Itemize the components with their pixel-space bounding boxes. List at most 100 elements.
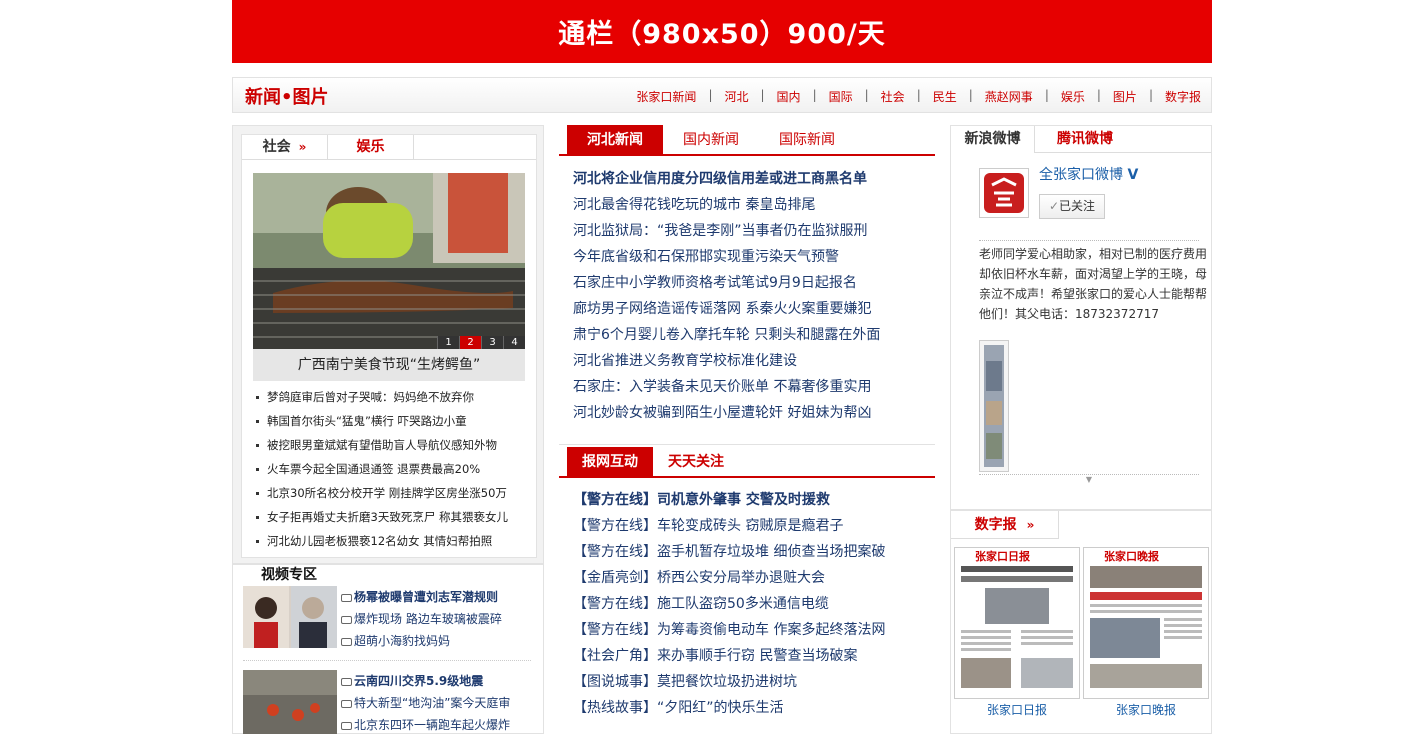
list-item[interactable]: 河北监狱局：“我爸是李刚”当事者仍在监狱服刑: [573, 218, 935, 244]
tab-domestic-news[interactable]: 国内新闻: [663, 125, 759, 154]
list-item[interactable]: 杨幂被曝曾遭刘志军潜规则: [341, 586, 541, 608]
double-chevron-right-icon: »: [1026, 518, 1035, 532]
paper-label-zjk-daily[interactable]: 张家口日报: [954, 701, 1080, 718]
newspaper-page-image: [961, 566, 1073, 688]
video-icon: [341, 677, 352, 686]
paper-thumbnail-zjk-evening[interactable]: 张家口晚报: [1083, 547, 1209, 699]
list-item[interactable]: 女子拒再婚丈夫折磨3天致死烹尸 称其猥亵女儿: [256, 505, 532, 529]
interaction-tabs: 报网互动 天天关注: [559, 447, 935, 478]
video-thumbnail[interactable]: [243, 670, 337, 734]
list-item[interactable]: 河北最舍得花钱吃玩的城市 秦皇岛排尾: [573, 192, 935, 218]
check-icon: ✓: [1048, 199, 1060, 213]
top-banner-ad[interactable]: 通栏（980x50）900/天: [232, 0, 1212, 63]
left-photo-panel: 社会 » 娱乐 1 2 3 4 广西南宁美食节现“生烤鳄鱼” 梦鸽庭审后曾对子哭喊…: [232, 125, 544, 565]
newspaper-page-image: [1090, 566, 1202, 688]
nav-link-entertainment[interactable]: 娱乐: [1061, 88, 1085, 105]
nav-link-livelihood[interactable]: 民生: [933, 88, 957, 105]
list-item[interactable]: 北京30所名校分校开学 刚挂牌学区房坐涨50万: [256, 481, 532, 505]
list-item[interactable]: 【警方在线】施工队盗窃50多米通信电缆: [573, 591, 935, 617]
video-icon: [341, 699, 352, 708]
tab-digital-paper[interactable]: 数字报»: [951, 511, 1059, 539]
list-item[interactable]: 河北幼儿园老板猥亵12名幼女 其情妇帮拍照: [256, 529, 532, 553]
pager-dot-4[interactable]: 4: [503, 336, 525, 349]
nav-link-digital-paper[interactable]: 数字报: [1165, 88, 1201, 105]
nav-link-international[interactable]: 国际: [829, 88, 853, 105]
list-item[interactable]: 超萌小海豹找妈妈: [341, 630, 541, 652]
digital-paper-panel: 数字报» 张家口日报 张家口日报 张家口晚报 张家口晚报: [950, 510, 1212, 734]
pager-dot-2[interactable]: 2: [459, 336, 481, 349]
pager-dot-3[interactable]: 3: [481, 336, 503, 349]
nav-separator: |: [812, 88, 817, 102]
weibo-post-image[interactable]: [979, 340, 1009, 472]
nav-link-zjk-news[interactable]: 张家口新闻: [636, 88, 696, 105]
list-item[interactable]: 【热线故事】“夕阳红”的快乐生活: [573, 695, 935, 721]
weibo-post-text: 老师同学爱心相助家，相对已制的医疗费用却依旧杯水车薪，面对渴望上学的王晓，母亲泣…: [979, 247, 1208, 321]
photo-pager: 1 2 3 4: [437, 336, 525, 349]
tab-interaction[interactable]: 报网互动: [567, 447, 653, 476]
nav-separator: |: [1044, 88, 1049, 102]
paper-masthead: 张家口晚报: [1104, 550, 1159, 563]
hebei-news-list: 河北将企业信用度分四级信用差或进工商黑名单 河北最舍得花钱吃玩的城市 秦皇岛排尾…: [573, 166, 935, 426]
video-thumbnail[interactable]: [243, 586, 337, 648]
list-item[interactable]: 北京东四环一辆跑车起火爆炸: [341, 714, 541, 734]
tab-sina-weibo[interactable]: 新浪微博: [951, 126, 1035, 153]
list-item[interactable]: 河北妙龄女被骗到陌生小屋遭轮奸 好姐妹为帮凶: [573, 400, 935, 426]
list-item[interactable]: 【金盾亮剑】桥西公安分局举办退赃大会: [573, 565, 935, 591]
list-item[interactable]: 石家庄中小学教师资格考试笔试9月9日起报名: [573, 270, 935, 296]
tab-international-news[interactable]: 国际新闻: [759, 125, 855, 154]
nav-link-domestic[interactable]: 国内: [777, 88, 801, 105]
paper-label-zjk-evening[interactable]: 张家口晚报: [1083, 701, 1209, 718]
divider: [243, 660, 531, 661]
list-item[interactable]: 【警方在线】为筹毒资偷电动车 作案多起终落法网: [573, 617, 935, 643]
double-chevron-right-icon: »: [298, 140, 307, 154]
list-item[interactable]: 梦鸽庭审后曾对子哭喊：妈妈绝不放弃你: [256, 385, 532, 409]
video-icon: [341, 593, 352, 602]
list-item[interactable]: 肃宁6个月婴儿卷入摩托车轮 只剩头和腿露在外面: [573, 322, 935, 348]
list-item[interactable]: 爆炸现场 路边车玻璃被震碎: [341, 608, 541, 630]
nav-separator: |: [760, 88, 765, 102]
pager-dot-1[interactable]: 1: [437, 336, 459, 349]
nav-separator: |: [708, 88, 713, 102]
list-item[interactable]: 【图说城事】莫把餐饮垃圾扔进树坑: [573, 669, 935, 695]
list-item[interactable]: 火车票今起全国通退通签 退票费最高20%: [256, 457, 532, 481]
list-item[interactable]: 河北省推进义务教育学校标准化建设: [573, 348, 935, 374]
nav-separator: |: [916, 88, 921, 102]
tab-hebei-news[interactable]: 河北新闻: [567, 125, 663, 154]
tab-label: 社会: [262, 139, 291, 155]
left-tabs: 社会 » 娱乐: [242, 135, 536, 160]
video-icon: [341, 721, 352, 730]
video-section-title: 视频专区: [261, 567, 317, 583]
nav-link-hebei[interactable]: 河北: [724, 88, 748, 105]
follow-button[interactable]: ✓已关注: [1039, 194, 1105, 219]
list-item[interactable]: 被挖眼男童斌斌有望借助盲人导航仪感知外物: [256, 433, 532, 457]
list-item[interactable]: 【社会广角】来办事顺手行窃 民警查当场破案: [573, 643, 935, 669]
interaction-news-list: 【警方在线】司机意外肇事 交警及时援救 【警方在线】车轮变成砖头 窃贼原是瘾君子…: [573, 487, 935, 721]
list-item[interactable]: 云南四川交界5.9级地震: [341, 670, 541, 692]
tab-tencent-weibo[interactable]: 腾讯微博: [1035, 126, 1135, 153]
list-item[interactable]: 今年底省级和石保邢邯实现重污染天气预警: [573, 244, 935, 270]
paper-thumbnail-zjk-daily[interactable]: 张家口日报: [954, 547, 1080, 699]
list-item[interactable]: 河北将企业信用度分四级信用差或进工商黑名单: [573, 166, 935, 192]
featured-photo[interactable]: 1 2 3 4: [253, 173, 525, 349]
nav-link-pictures[interactable]: 图片: [1113, 88, 1137, 105]
paper-masthead: 张家口日报: [975, 550, 1030, 563]
tab-daily-focus[interactable]: 天天关注: [653, 447, 739, 476]
list-item[interactable]: 【警方在线】车轮变成砖头 窃贼原是瘾君子: [573, 513, 935, 539]
nav-link-society[interactable]: 社会: [881, 88, 905, 105]
list-item[interactable]: 石家庄：入学装备未见天价账单 不幕奢侈重实用: [573, 374, 935, 400]
list-item[interactable]: 【警方在线】盗手机暂存垃圾堆 细侦查当场把案破: [573, 539, 935, 565]
section-title: 新闻•图片: [245, 87, 329, 108]
nav-link-yanzhao[interactable]: 燕赵网事: [985, 88, 1033, 105]
list-item[interactable]: 韩国首尔街头“猛鬼”横行 吓哭路边小童: [256, 409, 532, 433]
weibo-avatar[interactable]: [979, 168, 1029, 218]
society-news-list: 梦鸽庭审后曾对子哭喊：妈妈绝不放弃你 韩国首尔街头“猛鬼”横行 吓哭路边小童 被…: [256, 385, 532, 553]
weibo-account-name[interactable]: 全张家口微博 V: [1039, 164, 1138, 184]
photo-caption[interactable]: 广西南宁美食节现“生烤鳄鱼”: [253, 349, 525, 381]
list-item[interactable]: 【警方在线】司机意外肇事 交警及时援救: [573, 487, 935, 513]
tab-society[interactable]: 社会 »: [242, 135, 328, 160]
tab-entertainment[interactable]: 娱乐: [328, 135, 414, 160]
scroll-down-icon[interactable]: ▼: [979, 474, 1199, 484]
list-item[interactable]: 廊坊男子网络造谣传谣落网 系秦火火案重要嫌犯: [573, 296, 935, 322]
list-item[interactable]: 特大新型“地沟油”案今天庭审: [341, 692, 541, 714]
grill-photo-image: [253, 173, 525, 349]
